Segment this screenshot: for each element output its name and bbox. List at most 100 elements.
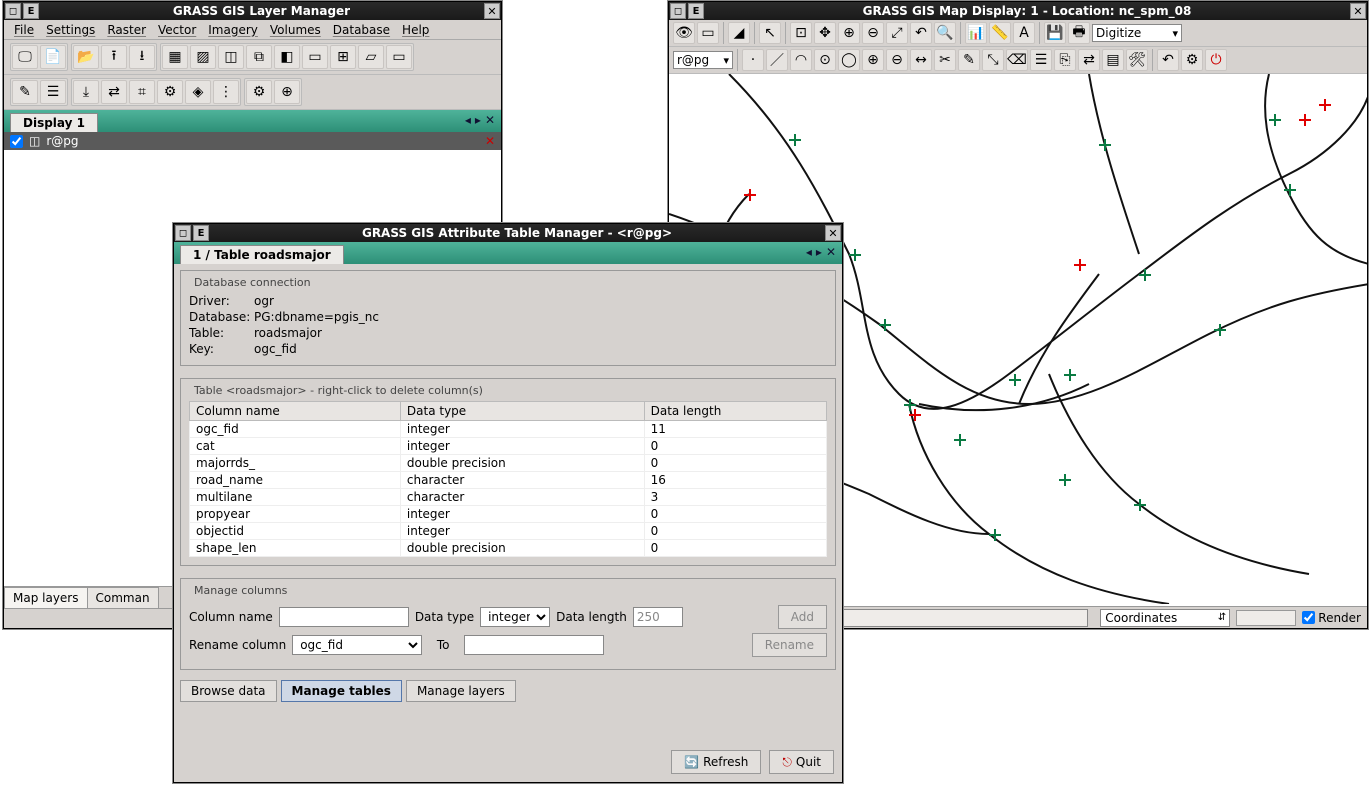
close-button[interactable]: ✕ — [484, 3, 500, 19]
tab-map-layers[interactable]: Map layers — [4, 587, 88, 608]
digi-split-button[interactable]: ✂ — [934, 49, 956, 71]
refresh-button[interactable]: 🔄Refresh — [671, 750, 761, 774]
digi-centroid-button[interactable]: ⊙ — [814, 49, 836, 71]
digi-vertex-add-button[interactable]: ⊕ — [862, 49, 884, 71]
window-menu-icon[interactable]: ◻ — [5, 3, 21, 19]
tab-browse-data[interactable]: Browse data — [180, 680, 277, 702]
menu-file[interactable]: File — [10, 21, 38, 39]
tab-manage-layers[interactable]: Manage layers — [406, 680, 516, 702]
digi-vertex-move-button[interactable]: ↔ — [910, 49, 932, 71]
tab-next-icon[interactable]: ▸ — [475, 113, 481, 127]
table-row[interactable]: road_namecharacter16 — [190, 472, 827, 489]
calc-button[interactable]: ⌗ — [129, 80, 155, 104]
window-e-icon[interactable]: E — [193, 225, 209, 241]
table-row[interactable]: objectidinteger0 — [190, 523, 827, 540]
digi-vertex-remove-button[interactable]: ⊖ — [886, 49, 908, 71]
digi-boundary-button[interactable]: ◠ — [790, 49, 812, 71]
digi-area-button[interactable]: ◯ — [838, 49, 860, 71]
table-row[interactable]: propyearinteger0 — [190, 506, 827, 523]
import-button[interactable]: ⤓ — [73, 80, 99, 104]
columns-table[interactable]: Column name Data type Data length ogc_fi… — [189, 401, 827, 557]
close-button[interactable]: ✕ — [825, 225, 841, 241]
add-command-button[interactable]: ▱ — [358, 45, 384, 69]
table-row[interactable]: shape_lendouble precision0 — [190, 540, 827, 557]
digi-cats-button[interactable]: ☰ — [1030, 49, 1052, 71]
edit-button[interactable]: ✎ — [12, 80, 38, 104]
zoom-in-button[interactable]: ⊕ — [838, 22, 860, 44]
zoom-layer-button[interactable]: ⤢ — [886, 22, 908, 44]
new-workspace-button[interactable]: 📄 — [40, 45, 66, 69]
digi-line-button[interactable]: ／ — [766, 49, 788, 71]
digi-point-button[interactable]: · — [742, 49, 764, 71]
save-image-button[interactable]: 💾 — [1044, 22, 1066, 44]
data-type-select[interactable]: integer — [480, 607, 550, 627]
add-overlay-button[interactable]: ◧ — [274, 45, 300, 69]
digi-undo-button[interactable]: ↶ — [1157, 49, 1179, 71]
link-button[interactable]: ⇄ — [101, 80, 127, 104]
settings-button[interactable]: ⚙ — [246, 80, 272, 104]
display-tab-1[interactable]: Display 1 — [10, 113, 98, 132]
tab-prev-icon[interactable]: ◂ — [465, 113, 471, 127]
coordinates-mode-select[interactable]: Coordinates — [1100, 609, 1230, 627]
zoom-out-button[interactable]: ⊖ — [862, 22, 884, 44]
new-display-button[interactable]: 🖵 — [12, 45, 38, 69]
menu-imagery[interactable]: Imagery — [204, 21, 262, 39]
save-as-button[interactable]: ⭳ — [129, 45, 155, 69]
table-row[interactable]: majorrds_double precision0 — [190, 455, 827, 472]
column-name-input[interactable] — [279, 607, 409, 627]
tab-next-icon[interactable]: ▸ — [816, 245, 822, 259]
table-button[interactable]: ☰ — [40, 80, 66, 104]
digitize-layer-select[interactable]: r@pg — [673, 51, 733, 69]
th-data-length[interactable]: Data length — [644, 402, 826, 421]
menu-help[interactable]: Help — [398, 21, 433, 39]
table-row[interactable]: ogc_fidinteger11 — [190, 421, 827, 438]
script-button[interactable]: ⋮ — [213, 80, 239, 104]
digi-delete-button[interactable]: ⌫ — [1006, 49, 1028, 71]
zoom-back-button[interactable]: ↶ — [910, 22, 932, 44]
window-menu-icon[interactable]: ◻ — [670, 3, 686, 19]
add-vector-button[interactable]: ◫ — [218, 45, 244, 69]
add-raster-misc-button[interactable]: ▨ — [190, 45, 216, 69]
data-length-input[interactable] — [633, 607, 683, 627]
tab-close-icon[interactable]: ✕ — [485, 113, 495, 127]
add-grid-button[interactable]: ⊞ — [330, 45, 356, 69]
erase-button[interactable]: ◢ — [728, 22, 750, 44]
table-row[interactable]: multilanecharacter3 — [190, 489, 827, 506]
close-button[interactable]: ✕ — [1350, 3, 1366, 19]
menu-raster[interactable]: Raster — [103, 21, 150, 39]
add-vector-misc-button[interactable]: ⧉ — [246, 45, 272, 69]
th-column-name[interactable]: Column name — [190, 402, 401, 421]
menu-settings[interactable]: Settings — [42, 21, 99, 39]
text-button[interactable]: A — [1013, 22, 1035, 44]
analyze-button[interactable]: 📊 — [965, 22, 987, 44]
layer-row[interactable]: ◫ r@pg ✕ — [4, 132, 501, 150]
pan-button[interactable]: ✥ — [814, 22, 836, 44]
tab-prev-icon[interactable]: ◂ — [806, 245, 812, 259]
pointer-button[interactable]: ↖ — [759, 22, 781, 44]
rename-column-select[interactable]: ogc_fid — [292, 635, 422, 655]
measure-button[interactable]: 📏 — [989, 22, 1011, 44]
menu-volumes[interactable]: Volumes — [266, 21, 325, 39]
digi-flip-button[interactable]: ⇄ — [1078, 49, 1100, 71]
attr-tab[interactable]: 1 / Table roadsmajor — [180, 245, 344, 264]
quit-button[interactable]: ⎋Quit — [769, 750, 834, 774]
open-button[interactable]: 📂 — [73, 45, 99, 69]
th-data-type[interactable]: Data type — [400, 402, 644, 421]
window-menu-icon[interactable]: ◻ — [175, 225, 191, 241]
georect-button[interactable]: ◈ — [185, 80, 211, 104]
model-button[interactable]: ⚙ — [157, 80, 183, 104]
tab-manage-tables[interactable]: Manage tables — [281, 680, 402, 702]
layer-visible-checkbox[interactable] — [10, 135, 23, 148]
add-column-button[interactable]: Add — [778, 605, 827, 629]
print-button[interactable]: 🖶 — [1068, 22, 1090, 44]
table-row[interactable]: catinteger0 — [190, 438, 827, 455]
window-e-icon[interactable]: E — [688, 3, 704, 19]
layer-button[interactable]: ▭ — [697, 22, 719, 44]
help-button[interactable]: ⊕ — [274, 80, 300, 104]
rename-column-button[interactable]: Rename — [752, 633, 827, 657]
tab-close-icon[interactable]: ✕ — [826, 245, 836, 259]
render-checkbox[interactable] — [1302, 611, 1315, 624]
digi-tools-button[interactable]: 🛠 — [1126, 49, 1148, 71]
rename-to-input[interactable] — [464, 635, 604, 655]
add-raster-button[interactable]: ▦ — [162, 45, 188, 69]
